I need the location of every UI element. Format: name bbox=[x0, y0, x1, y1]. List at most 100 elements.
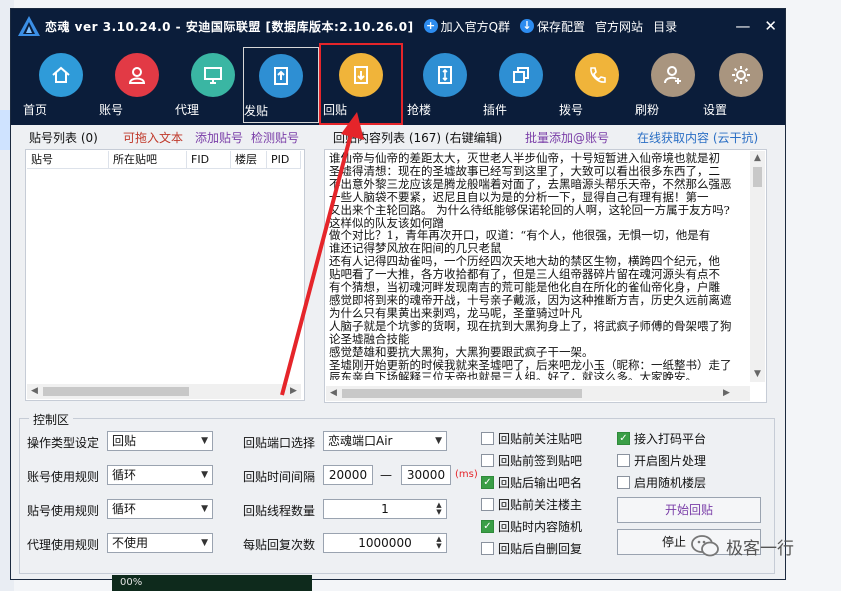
scroll-up-icon[interactable]: ▲ bbox=[750, 151, 765, 166]
interval-min-input[interactable]: 20000 bbox=[323, 465, 373, 485]
interval-max-input[interactable]: 30000 bbox=[401, 465, 451, 485]
watermark: 极客一行 bbox=[690, 533, 794, 559]
scroll-left-icon[interactable]: ◀ bbox=[326, 386, 341, 401]
proxy-rule-select[interactable]: 不使用 ▼ bbox=[107, 533, 213, 553]
scroll-down-icon[interactable]: ▼ bbox=[750, 367, 765, 382]
account-rule-label: 账号使用规则 bbox=[27, 470, 100, 484]
column-header[interactable]: 所在贴吧 bbox=[109, 151, 187, 168]
fetch-online-link[interactable]: 在线获取内容 (云干抗) bbox=[637, 129, 758, 146]
option-checkbox-label: 回贴前签到贴吧 bbox=[498, 454, 583, 468]
toolbar-grab-floor[interactable]: 抢楼 bbox=[407, 49, 483, 121]
reply-content-line[interactable]: 辰东亲自下场解释三位天帝也就是三人组。好了，就这么多。大家晚安。 bbox=[329, 371, 747, 380]
reply-content-line[interactable]: 为什么只有果黄出来剥鸡，龙马呢，圣童骑过叶凡 bbox=[329, 306, 747, 320]
toolbar-home[interactable]: 首页 bbox=[23, 49, 99, 121]
checkbox-icon[interactable] bbox=[617, 476, 630, 489]
reply-content-line[interactable]: 感觉即将到来的魂帝开战，十号亲子戴派，因为这种推断方吉，历史久远前离遮 bbox=[329, 294, 747, 307]
toolbar-plugins[interactable]: 插件 bbox=[483, 49, 559, 121]
checkmark-icon[interactable]: ✓ bbox=[481, 476, 494, 489]
reply-port-select[interactable]: 恋魂端口Air ▼ bbox=[323, 431, 447, 451]
save-config-link[interactable]: ↓ 保存配置 bbox=[520, 18, 585, 35]
column-header[interactable]: 贴号 bbox=[27, 151, 109, 168]
close-button[interactable]: ✕ bbox=[764, 17, 777, 35]
checkbox-icon[interactable] bbox=[481, 454, 494, 467]
toolbar-post[interactable]: 发贴 bbox=[243, 47, 319, 123]
checkbox-icon[interactable] bbox=[481, 542, 494, 555]
join-qq-group-label: 加入官方Q群 bbox=[440, 19, 511, 34]
reply-content-line[interactable]: 谁仙帝与仙帝的差距太大，灭世老人半步仙帝，十号短暂进入仙帝境也就是初 bbox=[329, 152, 747, 165]
scroll-thumb[interactable] bbox=[342, 389, 582, 398]
chevron-down-icon: ▼ bbox=[201, 470, 208, 480]
reply-content-list[interactable]: 谁仙帝与仙帝的差距太大，灭世老人半步仙帝，十号短暂进入仙帝境也就是初 圣墟得清想：… bbox=[329, 152, 747, 380]
toolbar-fans[interactable]: 刷粉 bbox=[635, 49, 711, 121]
repeat-stepper[interactable]: 1000000 ▲ ▼ bbox=[323, 533, 447, 553]
option-checkbox[interactable]: 回贴前关注贴吧 bbox=[481, 430, 582, 447]
reply-content-line[interactable]: 人脑子就是个坑爹的货啊，现在抗到大黑狗身上了，将武疯子师傅的骨架喂了狗 bbox=[329, 319, 747, 333]
checkbox-icon[interactable] bbox=[481, 432, 494, 445]
option-checkbox[interactable]: 回贴前签到贴吧 bbox=[481, 452, 582, 469]
column-header[interactable]: FID bbox=[187, 151, 231, 168]
option-checkbox[interactable]: 回贴前关注楼主 bbox=[481, 496, 582, 513]
threads-stepper[interactable]: 1 ▲ ▼ bbox=[323, 499, 447, 519]
checkbox-icon[interactable] bbox=[617, 454, 630, 467]
post-rule-select[interactable]: 循环 ▼ bbox=[107, 499, 213, 519]
check-post-link[interactable]: 检测贴号 bbox=[251, 129, 299, 146]
toolbar-account[interactable]: 账号 bbox=[99, 49, 175, 121]
join-qq-group-link[interactable]: + 加入官方Q群 bbox=[423, 18, 511, 35]
stepper-arrows-icon[interactable]: ▲ ▼ bbox=[434, 536, 444, 550]
option-checkbox-label: 回贴前关注贴吧 bbox=[498, 432, 583, 446]
scroll-thumb[interactable] bbox=[43, 387, 189, 396]
checkmark-icon[interactable]: ✓ bbox=[617, 432, 630, 445]
checkbox-icon[interactable] bbox=[481, 498, 494, 511]
chevron-down-icon: ▼ bbox=[201, 504, 208, 514]
reply-content-vscrollbar[interactable]: ▲ ▼ bbox=[750, 151, 765, 382]
stepper-arrows-icon[interactable]: ▲ ▼ bbox=[434, 502, 444, 516]
chevron-down-icon: ▼ bbox=[435, 436, 442, 446]
reply-content-line[interactable]: 不出意外黎三龙应该是腾龙般喘着对面了，去黑暗源头帮乐天帝，不然那么强恶 bbox=[329, 177, 747, 191]
batch-add-link[interactable]: 批量添加@账号 bbox=[525, 129, 609, 146]
scroll-thumb[interactable] bbox=[753, 167, 762, 187]
column-header[interactable]: PID bbox=[267, 151, 301, 168]
start-reply-button[interactable]: 开始回贴 bbox=[617, 497, 761, 523]
option-checkbox[interactable]: ✓ 回贴后输出吧名 bbox=[481, 474, 582, 491]
reply-content-line[interactable]: 感觉楚雄和要抗大黑狗，大黑狗要跟武疯子干一架。 bbox=[329, 345, 747, 359]
threads-label: 回贴线程数量 bbox=[243, 504, 316, 518]
threads-value: 1 bbox=[381, 502, 389, 516]
post-list-panel[interactable]: 贴号 所在贴吧 FID 楼层 PID ◀ ▶ bbox=[25, 149, 305, 401]
highlight-box bbox=[319, 43, 403, 125]
option-checkbox[interactable]: 启用随机楼层 bbox=[617, 474, 706, 491]
option-checkbox[interactable]: ✓ 回贴时内容随机 bbox=[481, 518, 582, 535]
chevron-down-icon: ▼ bbox=[201, 538, 208, 548]
option-checkbox[interactable]: ✓ 接入打码平台 bbox=[617, 430, 706, 447]
directory-link[interactable]: 目录 bbox=[653, 18, 677, 35]
post-list-hscrollbar[interactable]: ◀ ▶ bbox=[27, 384, 301, 399]
account-rule-select[interactable]: 循环 ▼ bbox=[107, 465, 213, 485]
main-toolbar: 首页 账号 代理 发贴 回贴 抢楼 插件 拨号 刷粉 设置 bbox=[11, 43, 785, 125]
reply-content-panel[interactable]: 谁仙帝与仙帝的差距太大，灭世老人半步仙帝，十号短暂进入仙帝境也就是初 圣墟得清想：… bbox=[324, 149, 767, 403]
scroll-left-icon[interactable]: ◀ bbox=[27, 384, 42, 399]
reply-content-line[interactable]: 又出来个主轮回路。 为什么待纸能够保诺轮回的人啊，这轮回一方属于友方吗? bbox=[329, 203, 747, 217]
status-percent: 00% bbox=[120, 577, 143, 588]
scroll-right-icon[interactable]: ▶ bbox=[719, 386, 734, 401]
reply-content-hscrollbar[interactable]: ◀ ▶ bbox=[326, 386, 750, 401]
reply-content-line[interactable]: 圣墟得清想：现在的圣墟故事已经写到这里了，大致可以看出很多东西了，二 bbox=[329, 165, 747, 178]
toolbar-proxy[interactable]: 代理 bbox=[175, 49, 251, 121]
toolbar-dial[interactable]: 拨号 bbox=[559, 49, 635, 121]
option-checkbox-label: 回贴时内容随机 bbox=[498, 520, 583, 534]
toolbar-proxy-label: 代理 bbox=[175, 103, 200, 117]
proxy-rule-label: 代理使用规则 bbox=[27, 538, 100, 552]
account-rule-value: 循环 bbox=[112, 468, 137, 482]
op-type-label: 操作类型设定 bbox=[27, 436, 100, 450]
option-checkbox[interactable]: 开启图片处理 bbox=[617, 452, 706, 469]
toolbar-settings[interactable]: 设置 bbox=[703, 49, 779, 121]
column-header[interactable]: 楼层 bbox=[231, 151, 267, 168]
op-type-select[interactable]: 回贴 ▼ bbox=[107, 431, 213, 451]
reply-content-line[interactable]: 一些人脑袋不要紧，迟尼且自以为是的分析一下，显得自己有理有据！第一 bbox=[329, 190, 747, 204]
minimize-button[interactable]: — bbox=[735, 17, 750, 35]
drag-import-link[interactable]: 可拖入文本 bbox=[123, 129, 183, 146]
add-post-link[interactable]: 添加贴号 bbox=[195, 129, 243, 146]
reply-content-line[interactable]: 论圣墟融合技能 bbox=[329, 332, 747, 346]
scroll-right-icon[interactable]: ▶ bbox=[286, 384, 301, 399]
option-checkbox[interactable]: 回贴后自删回复 bbox=[481, 540, 582, 557]
official-site-link[interactable]: 官方网站 bbox=[595, 18, 643, 35]
checkmark-icon[interactable]: ✓ bbox=[481, 520, 494, 533]
